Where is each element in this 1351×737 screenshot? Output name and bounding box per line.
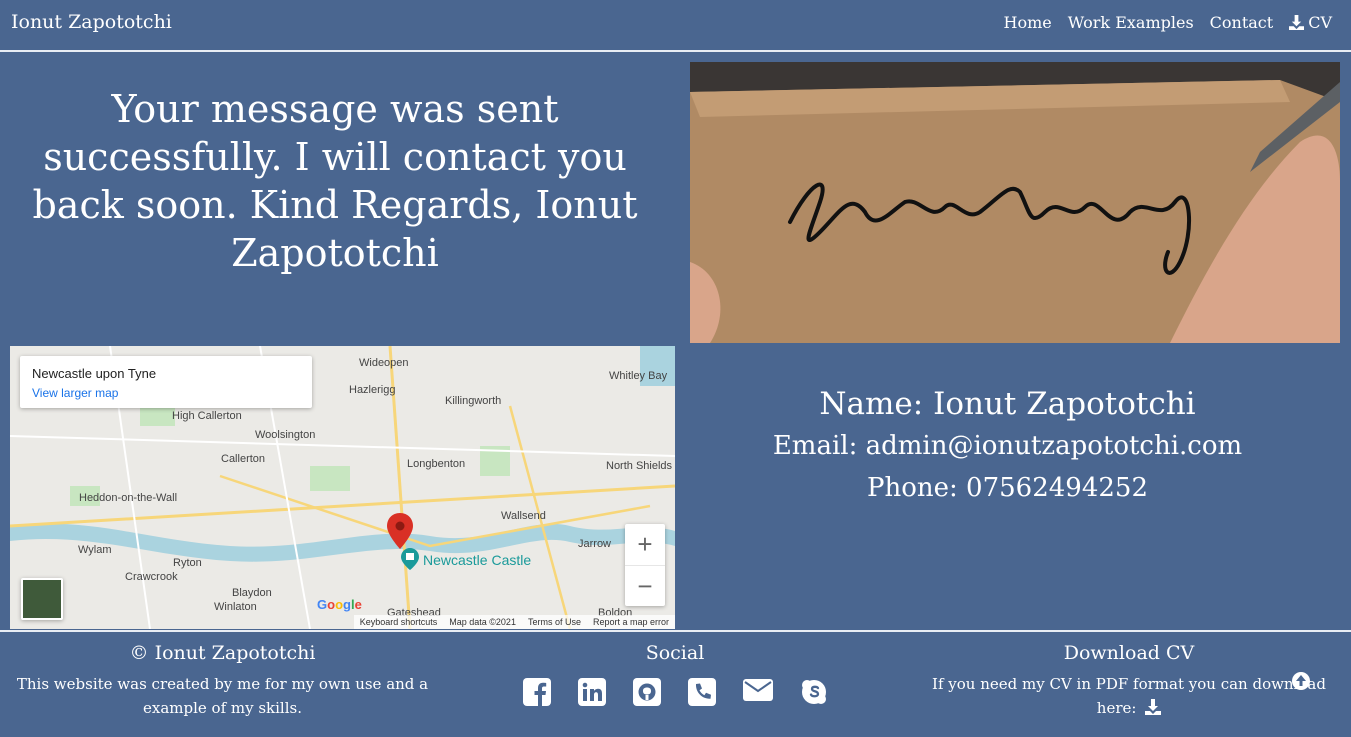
footer-about: © Ionut Zapototchi This website was crea… — [10, 640, 435, 720]
facebook-icon[interactable] — [522, 678, 551, 710]
footer-copyright: © Ionut Zapototchi — [129, 642, 316, 664]
castle-icon — [401, 548, 419, 570]
map-label: Wallsend — [501, 510, 546, 522]
satellite-toggle[interactable] — [21, 578, 63, 620]
castle-label[interactable]: Newcastle Castle — [423, 552, 531, 568]
map-label: Ryton — [173, 557, 202, 569]
back-to-top-button[interactable] — [1292, 672, 1310, 690]
map-label: North Shields — [606, 460, 673, 472]
download-cv-text: If you need my CV in PDF format you can … — [932, 675, 1326, 717]
keyboard-shortcuts-link[interactable]: Keyboard shortcuts — [360, 617, 438, 627]
nav-work-examples-link[interactable]: Work Examples — [1068, 13, 1194, 32]
contact-phone: Phone: 07562494252 — [866, 473, 1148, 503]
navbar: Ionut Zapototchi Home Work Examples Cont… — [0, 0, 1351, 52]
map-place-name: Newcastle upon Tyne — [32, 366, 157, 381]
map-label: Woolsington — [255, 429, 316, 441]
google-logo: Google — [317, 597, 362, 612]
footer-social-title: Social — [645, 642, 705, 664]
github-icon[interactable] — [632, 678, 661, 710]
map-label: Callerton — [221, 453, 266, 465]
google-map[interactable]: Wideopen Hazlerigg Killingworth Whitley … — [10, 346, 675, 629]
map-label: Longbenton — [407, 458, 466, 470]
map-label: Hazlerigg — [349, 384, 396, 396]
map-label: Heddon-on-the-Wall — [79, 492, 178, 504]
footer-download: Download CV If you need my CV in PDF for… — [915, 640, 1343, 720]
map-footer: Keyboard shortcuts Map data ©2021 Terms … — [353, 615, 675, 629]
map-data-text: Map data ©2021 — [449, 617, 516, 627]
map-label: Winlaton — [214, 601, 257, 613]
map-label: Blaydon — [232, 587, 272, 599]
phone-icon[interactable] — [687, 678, 716, 710]
thank-you-image — [690, 62, 1340, 343]
zoom-in-button[interactable]: + — [625, 524, 665, 565]
envelope-icon[interactable] — [742, 678, 773, 710]
skype-icon[interactable] — [800, 678, 828, 710]
map-label: Wylam — [78, 544, 112, 556]
footer-download-title: Download CV — [1063, 642, 1195, 664]
map-label: Jarrow — [578, 538, 612, 550]
success-message: Your message was sent successfully. I wi… — [32, 87, 638, 275]
map-pin-icon[interactable] — [387, 513, 413, 549]
contact-email: Email: admin@ionutzapototchi.com — [772, 431, 1243, 461]
nav-links: Home Work Examples Contact CV — [1004, 13, 1332, 32]
brand-name[interactable]: Ionut Zapototchi — [11, 11, 172, 33]
arrow-up-icon — [1296, 675, 1306, 686]
map-label: High Callerton — [172, 410, 242, 422]
footer: © Ionut Zapototchi This website was crea… — [0, 630, 1351, 737]
map-zoom-controls: + − — [625, 524, 665, 606]
map-label: Whitley Bay — [609, 370, 668, 382]
map-label: Killingworth — [445, 395, 502, 407]
contact-name: Name: Ionut Zapototchi — [819, 386, 1196, 422]
footer-download-text: If you need my CV in PDF format you can … — [915, 672, 1343, 720]
contact-details: Name: Ionut Zapototchi Email: admin@ionu… — [690, 383, 1325, 509]
terms-link[interactable]: Terms of Use — [528, 617, 581, 627]
map-label: Crawcrook — [125, 571, 178, 583]
nav-cv-link[interactable]: CV — [1289, 13, 1332, 32]
download-icon — [1289, 15, 1305, 30]
map-info-card: Newcastle upon Tyne View larger map — [20, 356, 312, 408]
nav-cv-label: CV — [1308, 13, 1332, 32]
map-label: Wideopen — [359, 357, 409, 369]
zoom-out-button[interactable]: − — [625, 566, 665, 607]
download-cv-icon[interactable] — [1145, 699, 1162, 715]
report-map-error-link[interactable]: Report a map error — [593, 617, 669, 627]
footer-about-text: This website was created by me for my ow… — [16, 675, 429, 717]
social-links — [475, 678, 875, 710]
view-larger-map-link[interactable]: View larger map — [32, 386, 118, 400]
nav-contact-link[interactable]: Contact — [1210, 13, 1274, 32]
footer-social: Social — [475, 640, 875, 710]
linkedin-icon[interactable] — [577, 678, 606, 710]
nav-home-link[interactable]: Home — [1004, 13, 1052, 32]
